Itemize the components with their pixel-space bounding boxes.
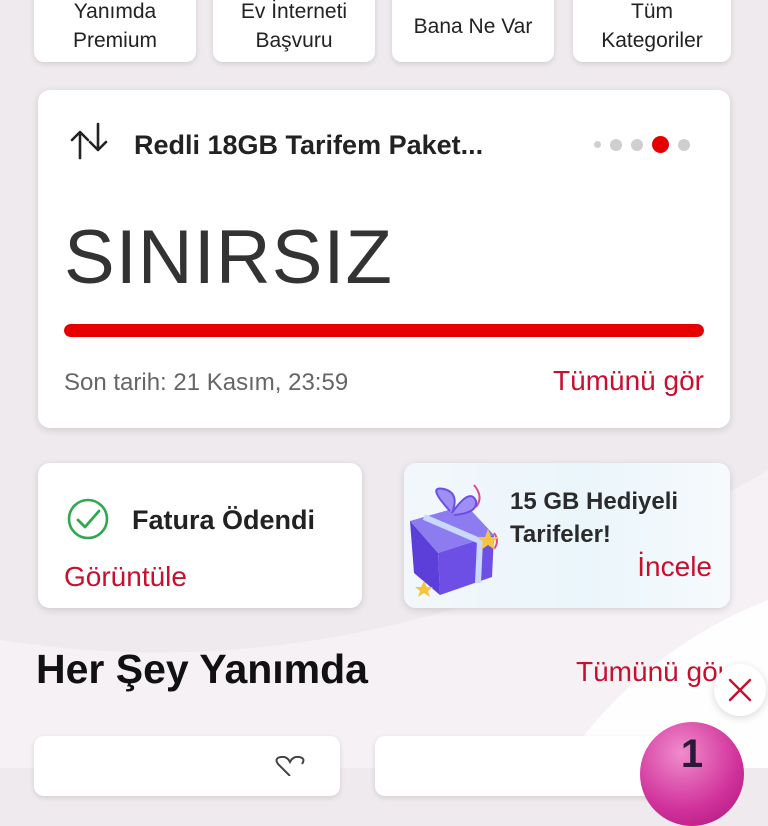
usage-progress-bar bbox=[64, 324, 704, 337]
promo-text: 15 GB Hediyeli Tarifeler! bbox=[510, 488, 679, 548]
close-button[interactable] bbox=[714, 664, 766, 716]
close-icon bbox=[728, 678, 752, 702]
badge-count: 1 bbox=[680, 732, 704, 776]
tariff-title: Redli 18GB Tarifem Paket... bbox=[134, 130, 484, 160]
gift-box-icon bbox=[410, 484, 499, 597]
bill-card[interactable]: Fatura Ödendi Görüntüle bbox=[38, 463, 362, 608]
quick-action-all-categories[interactable]: Tüm Kategoriler bbox=[573, 0, 731, 62]
pager-dot-active[interactable] bbox=[652, 136, 669, 153]
quick-action-premium[interactable]: Yanımda Premium bbox=[34, 0, 196, 62]
section-title: Her Şey Yanımda bbox=[36, 646, 368, 692]
usage-progress-fill bbox=[64, 324, 704, 337]
check-circle-icon bbox=[67, 498, 109, 540]
floating-badge[interactable]: 1 bbox=[640, 722, 744, 826]
see-all-link[interactable]: Tümünü gör bbox=[553, 365, 704, 397]
pager-dot[interactable] bbox=[610, 138, 622, 151]
pager-dots[interactable] bbox=[594, 136, 690, 153]
pager-dot[interactable] bbox=[631, 138, 643, 151]
quick-action-home-internet[interactable]: Ev İnterneti Başvuru bbox=[213, 0, 375, 62]
swap-arrows-icon bbox=[70, 122, 108, 160]
bill-status-title: Fatura Ödendi bbox=[132, 505, 316, 535]
promo-link[interactable]: İncele bbox=[637, 551, 712, 583]
heart-icon[interactable] bbox=[272, 756, 308, 776]
deadline-text: Son tarih: 21 Kasım, 23:59 bbox=[64, 369, 349, 396]
content-card[interactable] bbox=[34, 736, 340, 796]
promo-card[interactable]: 15 GB Hediyeli Tarifeler! İncele bbox=[404, 463, 730, 608]
section-see-all-link[interactable]: Tümünü gör bbox=[576, 656, 722, 688]
quick-action-whats-for-me[interactable]: Bana Ne Var bbox=[392, 0, 554, 62]
usage-amount: SINIRSIZ bbox=[64, 215, 393, 300]
pager-dot[interactable] bbox=[678, 138, 690, 151]
usage-card[interactable]: Redli 18GB Tarifem Paket... SINIRSIZ Son… bbox=[38, 90, 730, 428]
pager-dot[interactable] bbox=[594, 141, 601, 148]
view-bill-link[interactable]: Görüntüle bbox=[64, 561, 187, 593]
content-card[interactable] bbox=[375, 736, 675, 796]
